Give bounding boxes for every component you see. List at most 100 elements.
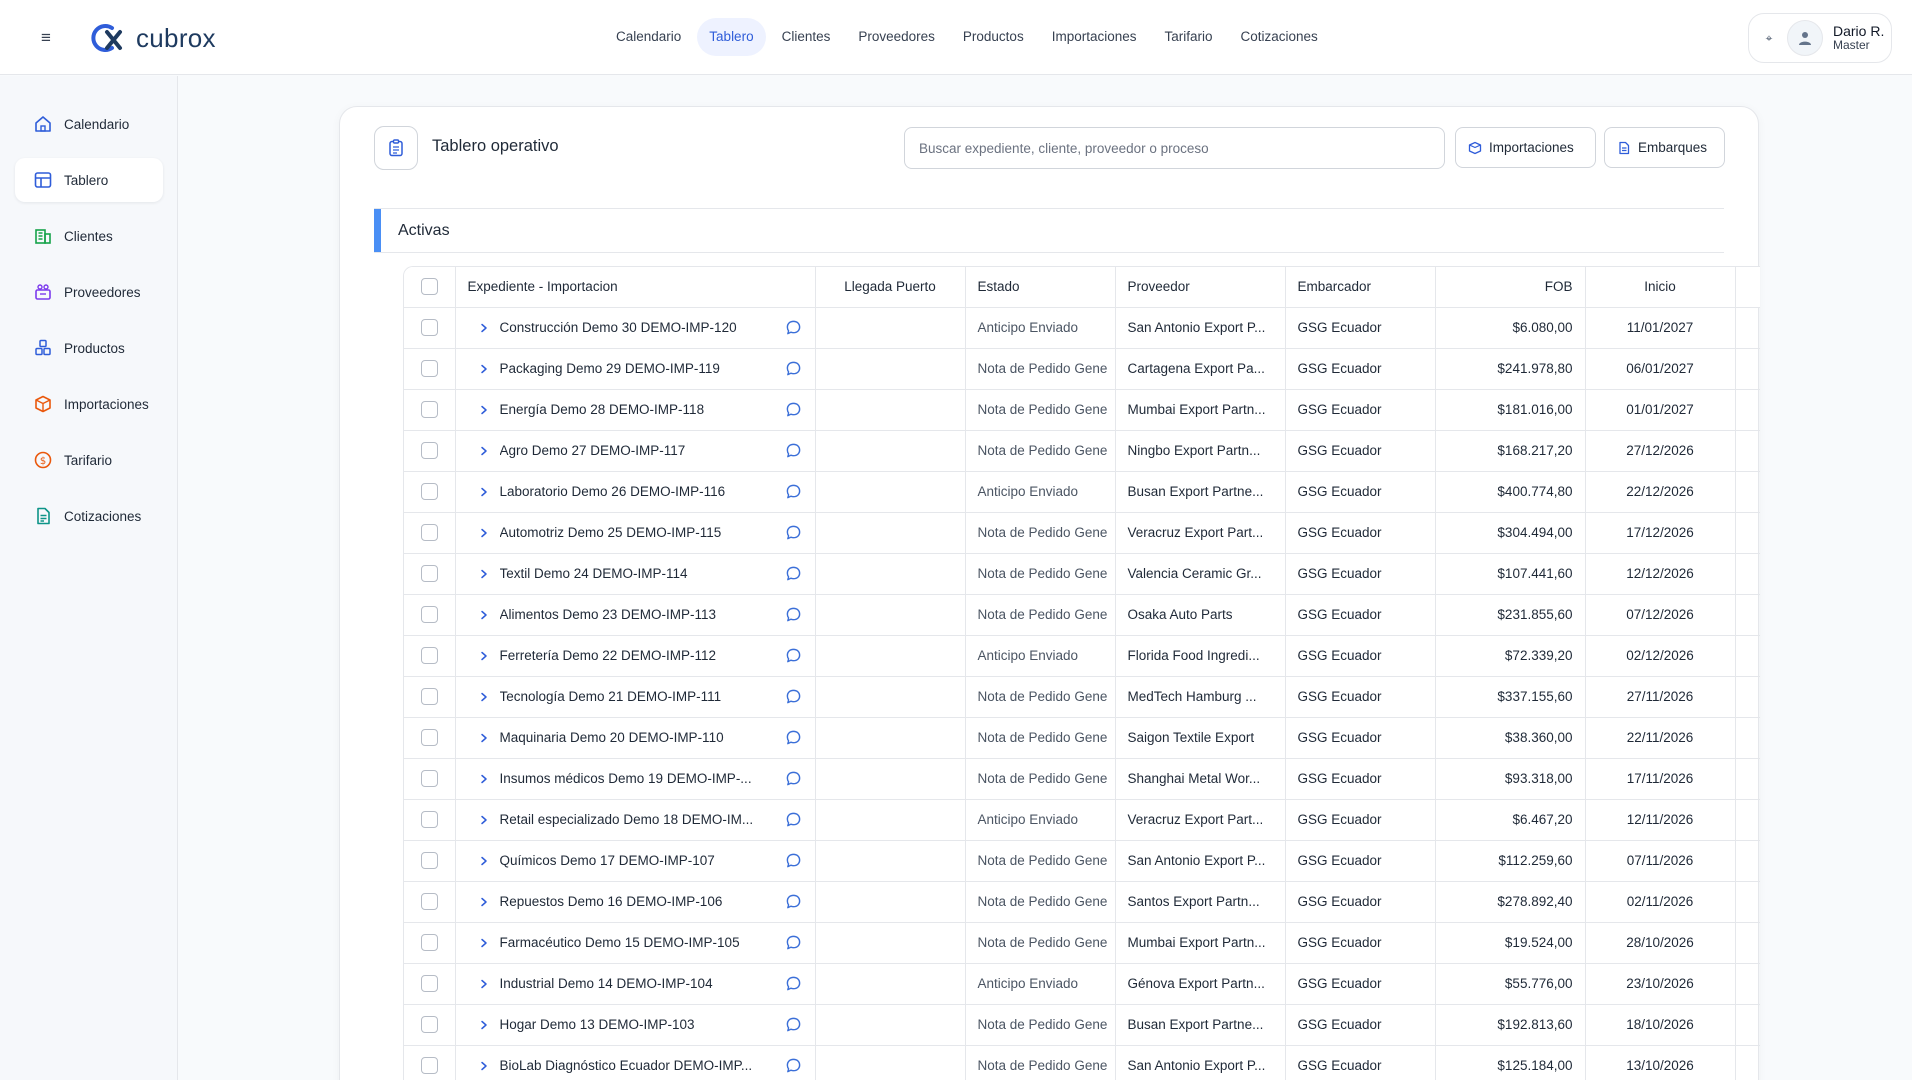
row-checkbox[interactable] (420, 319, 438, 336)
chevron-right-icon[interactable] (478, 608, 492, 622)
chat-bubble-icon[interactable] (785, 975, 803, 993)
topnav-proveedores[interactable]: Proveedores (846, 18, 947, 56)
chat-bubble-icon[interactable] (785, 319, 803, 337)
row-checkbox[interactable] (420, 893, 438, 910)
chevron-right-icon[interactable] (478, 567, 492, 581)
chevron-right-icon[interactable] (478, 444, 492, 458)
select-all-checkbox[interactable] (420, 278, 438, 296)
chevron-right-icon[interactable] (478, 485, 492, 499)
expediente-link[interactable]: Construcción Demo 30 DEMO-IMP-120 (500, 320, 773, 335)
search-input[interactable] (904, 127, 1445, 169)
chat-bubble-icon[interactable] (785, 1057, 803, 1075)
topnav-cotizaciones[interactable]: Cotizaciones (1229, 18, 1330, 56)
table-row[interactable]: Maquinaria Demo 20 DEMO-IMP-110 Nota de P… (404, 717, 1760, 759)
expediente-link[interactable]: Hogar Demo 13 DEMO-IMP-103 (500, 1017, 773, 1032)
col-header-embarcador[interactable]: Embarcador (1285, 267, 1436, 308)
topnav-clientes[interactable]: Clientes (770, 18, 843, 56)
chevron-right-icon[interactable] (478, 321, 492, 335)
chevron-right-icon[interactable] (478, 1059, 492, 1073)
chevron-right-icon[interactable] (478, 772, 492, 786)
topnav-importaciones[interactable]: Importaciones (1040, 18, 1149, 56)
imports-table-container[interactable]: Expediente - Importacion Llegada Puerto … (403, 266, 1760, 1080)
chevron-right-icon[interactable] (478, 895, 492, 909)
user-menu[interactable]: ⌖ Dario R. Master (1748, 13, 1892, 63)
table-row[interactable]: BioLab Diagnóstico Ecuador DEMO-IMP... No… (404, 1045, 1760, 1080)
table-row[interactable]: Agro Demo 27 DEMO-IMP-117 Nota de Pedido … (404, 430, 1760, 472)
chat-bubble-icon[interactable] (785, 647, 803, 665)
table-row[interactable]: Automotriz Demo 25 DEMO-IMP-115 Nota de P… (404, 512, 1760, 554)
chevron-right-icon[interactable] (478, 813, 492, 827)
chevron-right-icon[interactable] (478, 1018, 492, 1032)
chat-bubble-icon[interactable] (785, 770, 803, 788)
expediente-link[interactable]: Packaging Demo 29 DEMO-IMP-119 (500, 361, 773, 376)
sidebar-item-clientes[interactable]: Clientes (15, 214, 163, 258)
chat-bubble-icon[interactable] (785, 442, 803, 460)
chevron-right-icon[interactable] (478, 731, 492, 745)
topnav-productos[interactable]: Productos (951, 18, 1036, 56)
row-checkbox[interactable] (420, 483, 438, 500)
table-row[interactable]: Energía Demo 28 DEMO-IMP-118 Nota de Pedi… (404, 389, 1760, 431)
col-header-llegada[interactable]: Llegada Puerto (815, 267, 966, 308)
sidebar-item-importaciones[interactable]: Importaciones (15, 382, 163, 426)
expediente-link[interactable]: Repuestos Demo 16 DEMO-IMP-106 (500, 894, 773, 909)
col-header-fob[interactable]: FOB (1435, 267, 1586, 308)
expediente-link[interactable]: Agro Demo 27 DEMO-IMP-117 (500, 443, 773, 458)
table-row[interactable]: Farmacéutico Demo 15 DEMO-IMP-105 Nota de… (404, 922, 1760, 964)
sidebar-item-cotizaciones[interactable]: Cotizaciones (15, 494, 163, 538)
chevron-right-icon[interactable] (478, 362, 492, 376)
chevron-right-icon[interactable] (478, 649, 492, 663)
expediente-link[interactable]: Laboratorio Demo 26 DEMO-IMP-116 (500, 484, 773, 499)
chat-bubble-icon[interactable] (785, 934, 803, 952)
row-checkbox[interactable] (420, 770, 438, 787)
table-row[interactable]: Textil Demo 24 DEMO-IMP-114 Nota de Pedid… (404, 553, 1760, 595)
table-row[interactable]: Hogar Demo 13 DEMO-IMP-103 Nota de Pedido… (404, 1004, 1760, 1046)
topnav-tablero[interactable]: Tablero (697, 18, 766, 56)
sidebar-item-tarifario[interactable]: $ Tarifario (15, 438, 163, 482)
table-row[interactable]: Insumos médicos Demo 19 DEMO-IMP-... Nota… (404, 758, 1760, 800)
row-checkbox[interactable] (420, 688, 438, 705)
chat-bubble-icon[interactable] (785, 606, 803, 624)
col-header-proveedor[interactable]: Proveedor (1115, 267, 1286, 308)
row-checkbox[interactable] (420, 1016, 438, 1033)
row-checkbox[interactable] (420, 811, 438, 828)
row-checkbox[interactable] (420, 729, 438, 746)
chevron-right-icon[interactable] (478, 403, 492, 417)
row-checkbox[interactable] (420, 524, 438, 541)
table-row[interactable]: Retail especializado Demo 18 DEMO-IM... A… (404, 799, 1760, 841)
row-checkbox[interactable] (420, 934, 438, 951)
row-checkbox[interactable] (420, 647, 438, 664)
row-checkbox[interactable] (420, 606, 438, 623)
table-row[interactable]: Ferretería Demo 22 DEMO-IMP-112 Anticipo … (404, 635, 1760, 677)
sidebar-item-productos[interactable]: Productos (15, 326, 163, 370)
chevron-right-icon[interactable] (478, 526, 492, 540)
expediente-link[interactable]: Maquinaria Demo 20 DEMO-IMP-110 (500, 730, 773, 745)
chat-bubble-icon[interactable] (785, 729, 803, 747)
chat-bubble-icon[interactable] (785, 401, 803, 419)
chevron-right-icon[interactable] (478, 977, 492, 991)
row-checkbox[interactable] (420, 565, 438, 582)
expediente-link[interactable]: Retail especializado Demo 18 DEMO-IM... (500, 812, 773, 827)
expediente-link[interactable]: Farmacéutico Demo 15 DEMO-IMP-105 (500, 935, 773, 950)
row-checkbox[interactable] (420, 852, 438, 869)
chevron-right-icon[interactable] (478, 936, 492, 950)
table-row[interactable]: Packaging Demo 29 DEMO-IMP-119 Nota de Pe… (404, 348, 1760, 390)
chat-bubble-icon[interactable] (785, 688, 803, 706)
table-row[interactable]: Repuestos Demo 16 DEMO-IMP-106 Nota de Pe… (404, 881, 1760, 923)
expediente-link[interactable]: Tecnología Demo 21 DEMO-IMP-111 (500, 689, 773, 704)
brand-logo[interactable]: cubrox (90, 20, 216, 56)
expediente-link[interactable]: BioLab Diagnóstico Ecuador DEMO-IMP... (500, 1058, 773, 1073)
chat-bubble-icon[interactable] (785, 565, 803, 583)
col-header-expediente[interactable]: Expediente - Importacion (455, 267, 816, 308)
expediente-link[interactable]: Alimentos Demo 23 DEMO-IMP-113 (500, 607, 773, 622)
expediente-link[interactable]: Automotriz Demo 25 DEMO-IMP-115 (500, 525, 773, 540)
expediente-link[interactable]: Energía Demo 28 DEMO-IMP-118 (500, 402, 773, 417)
chat-bubble-icon[interactable] (785, 524, 803, 542)
table-row[interactable]: Laboratorio Demo 26 DEMO-IMP-116 Anticipo… (404, 471, 1760, 513)
table-row[interactable]: Alimentos Demo 23 DEMO-IMP-113 Nota de Pe… (404, 594, 1760, 636)
row-checkbox[interactable] (420, 360, 438, 377)
sidebar-item-tablero[interactable]: Tablero (15, 158, 163, 202)
expediente-link[interactable]: Insumos médicos Demo 19 DEMO-IMP-... (500, 771, 773, 786)
table-row[interactable]: Químicos Demo 17 DEMO-IMP-107 Nota de Ped… (404, 840, 1760, 882)
embarques-button[interactable]: Embarques (1604, 127, 1725, 168)
expediente-link[interactable]: Textil Demo 24 DEMO-IMP-114 (500, 566, 773, 581)
